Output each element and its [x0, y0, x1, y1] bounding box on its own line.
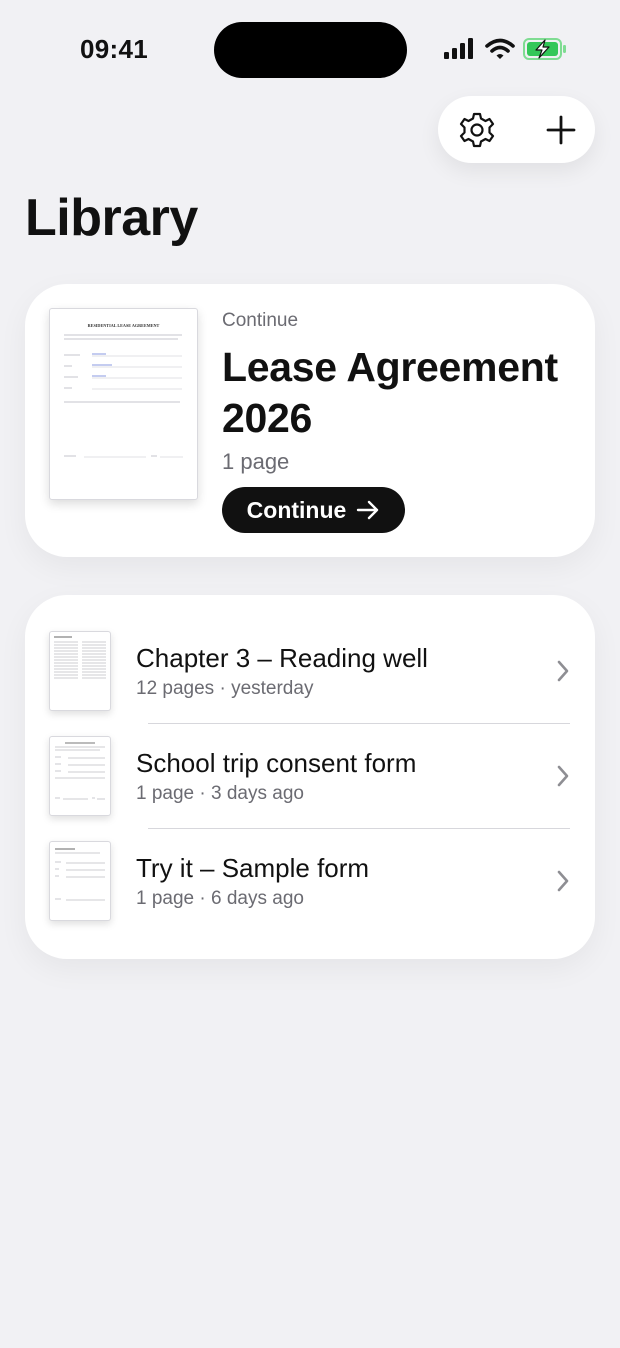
- continue-document-meta: 1 page: [222, 449, 290, 474]
- page-title: Library: [25, 189, 198, 247]
- document-meta: 12 pages · yesterday: [136, 678, 314, 699]
- document-meta: 1 page · 3 days ago: [136, 783, 304, 804]
- chevron-right-icon: [557, 765, 569, 787]
- settings-button[interactable]: [442, 96, 512, 163]
- continue-button-label: Continue: [246, 496, 347, 523]
- documents-list: Chapter 3 – Reading well 12 pages · yest…: [25, 595, 595, 959]
- document-title: Try it – Sample form: [136, 853, 370, 883]
- divider: [148, 828, 570, 829]
- status-time: 09:41: [80, 34, 148, 64]
- cellular-signal-icon: [444, 38, 473, 59]
- toolbar-pill: [438, 96, 595, 163]
- arrow-right-icon: [357, 500, 379, 520]
- plus-icon: [546, 115, 576, 144]
- list-item[interactable]: Try it – Sample form 1 page · 6 days ago: [25, 841, 595, 946]
- add-document-button[interactable]: [526, 96, 596, 163]
- document-title: School trip consent form: [136, 748, 417, 778]
- wifi-icon: [485, 38, 515, 59]
- continue-eyebrow: Continue: [222, 310, 299, 331]
- continue-card[interactable]: RESIDENTIAL LEASE AGREEMENT Continue Lea…: [25, 284, 595, 557]
- divider: [148, 723, 570, 724]
- continue-document-title: Lease Agreement 2026: [222, 344, 558, 441]
- document-thumbnail: [49, 841, 111, 921]
- dynamic-island: [214, 22, 407, 78]
- document-thumbnail: [49, 736, 111, 816]
- document-meta: 1 page · 6 days ago: [136, 888, 304, 909]
- list-item[interactable]: Chapter 3 – Reading well 12 pages · yest…: [25, 631, 595, 736]
- document-thumbnail: RESIDENTIAL LEASE AGREEMENT: [49, 308, 198, 500]
- continue-button[interactable]: Continue: [222, 487, 405, 533]
- library-screen: 09:41 Library RESIDENTIAL LEASE AGREEMEN…: [0, 0, 620, 1348]
- status-icons: [443, 37, 567, 61]
- chevron-right-icon: [557, 870, 569, 892]
- battery-charging-icon: [523, 38, 566, 60]
- document-title: Chapter 3 – Reading well: [136, 643, 428, 673]
- list-item[interactable]: School trip consent form 1 page · 3 days…: [25, 736, 595, 841]
- thumbnail-heading: RESIDENTIAL LEASE AGREEMENT: [88, 323, 160, 328]
- chevron-right-icon: [557, 660, 569, 682]
- document-thumbnail: [49, 631, 111, 711]
- gear-icon: [459, 112, 495, 147]
